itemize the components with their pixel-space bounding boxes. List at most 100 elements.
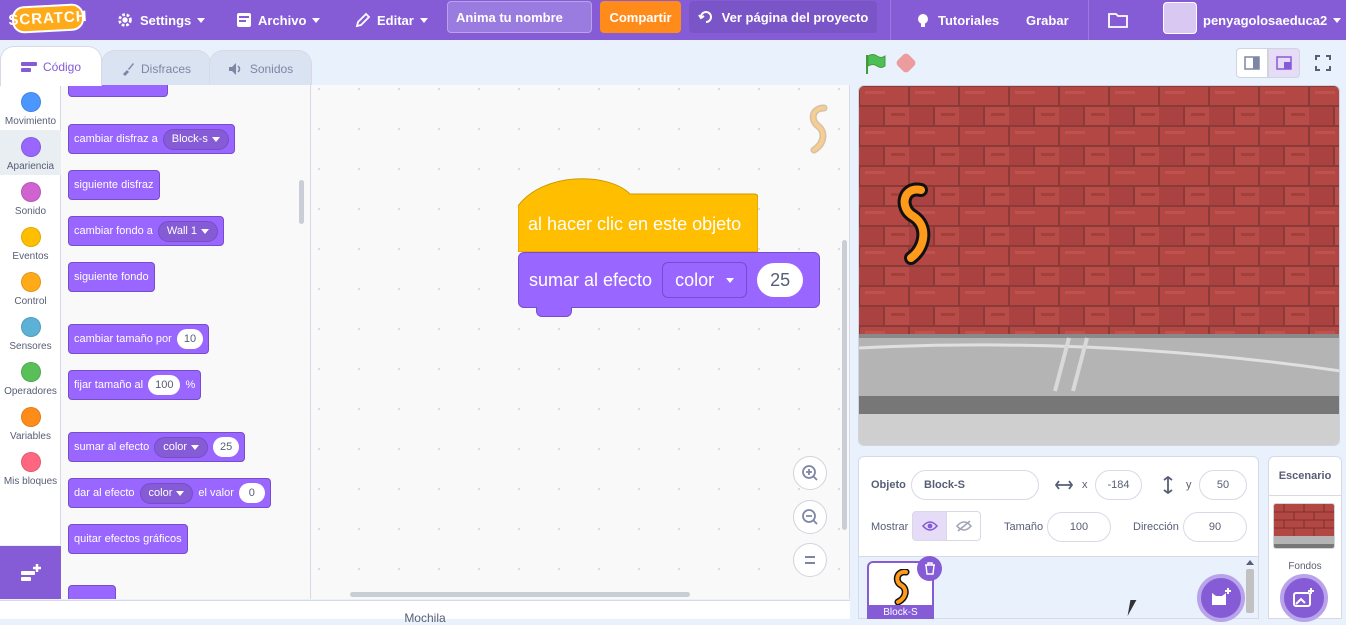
settings-menu[interactable]: Settings (116, 0, 206, 40)
choose-sprite-button[interactable] (1197, 574, 1245, 622)
project-title-input[interactable]: Anima tu nombre (447, 1, 592, 33)
category-dot (20, 92, 41, 112)
category-my-blocks[interactable]: Mis bloques (0, 445, 61, 490)
menu-bar: SCRATCH Settings Archivo Editar Anima tu… (0, 0, 1346, 40)
block-label: sumar al efecto (529, 269, 653, 290)
my-stuff-button[interactable] (1108, 0, 1128, 40)
workspace-scrollbar[interactable] (350, 592, 690, 597)
edit-menu[interactable]: Editar (355, 0, 428, 40)
block-clear-effects[interactable]: quitar efectos gráficos (68, 524, 188, 554)
file-icon (237, 13, 251, 27)
block-change-size[interactable]: cambiar tamaño por 10 (68, 324, 210, 354)
pencil-icon (355, 12, 371, 28)
show-hidden-button[interactable] (946, 511, 981, 541)
code-workspace[interactable] (311, 85, 850, 599)
zoom-in-button[interactable] (793, 456, 827, 490)
chevron-down-icon (726, 277, 735, 283)
menu-divider (1088, 0, 1089, 40)
sprite-name-input[interactable]: Block-S (911, 470, 1039, 500)
scroll-thumb[interactable] (1246, 569, 1254, 613)
small-stage-button[interactable] (1236, 48, 1268, 78)
category-variables[interactable]: Variables (0, 400, 61, 445)
effect-amount-input[interactable]: 25 (213, 437, 240, 457)
x-input[interactable]: -184 (1095, 470, 1142, 500)
tab-sounds[interactable]: Sonidos (209, 50, 312, 86)
block-set-effect[interactable]: dar al efecto color el valor 0 (68, 478, 271, 508)
size-input[interactable]: 100 (148, 375, 181, 395)
effect-dropdown[interactable]: color (139, 482, 194, 504)
stage[interactable] (858, 85, 1340, 446)
show-visible-button[interactable] (912, 511, 947, 541)
add-extension-button[interactable] (0, 546, 61, 599)
block-next-costume[interactable]: siguiente disfraz (68, 170, 160, 200)
block-switch-costume[interactable]: cambiar disfraz a Block-s (68, 124, 235, 154)
sprite-list-scrollbar[interactable] (1245, 560, 1255, 619)
category-looks[interactable]: Apariencia (0, 130, 61, 175)
category-control[interactable]: Control (0, 265, 61, 310)
category-label: Variables (10, 431, 51, 442)
zoom-reset-button[interactable] (793, 543, 827, 577)
palette-block-partial[interactable] (68, 85, 168, 97)
category-sensing[interactable]: Sensores (0, 310, 61, 355)
account-menu[interactable]: penyagolosaeduca2 (1203, 0, 1342, 40)
green-flag-icon[interactable] (864, 53, 886, 75)
block-switch-backdrop[interactable]: cambiar fondo a Wall 1 (68, 216, 225, 246)
tutorials-button[interactable]: Tutoriales (914, 0, 999, 40)
category-operators[interactable]: Operadores (0, 355, 61, 400)
category-events[interactable]: Eventos (0, 220, 61, 265)
category-dot (20, 362, 41, 382)
category-menu: Movimiento Apariencia Sonido Eventos Con… (0, 85, 61, 545)
tab-costumes[interactable]: Disfraces (101, 50, 211, 86)
chevron-down-icon (312, 17, 321, 23)
block-set-size[interactable]: fijar tamaño al 100 % (68, 370, 202, 400)
size-change-input[interactable]: 10 (176, 329, 204, 349)
tab-costumes-label: Disfraces (140, 61, 191, 76)
stop-button[interactable] (894, 51, 918, 75)
effect-dropdown[interactable]: color (662, 262, 748, 298)
eye-icon (921, 521, 938, 531)
choose-backdrop-button[interactable] (1280, 574, 1328, 622)
add-extension-icon (20, 563, 41, 581)
tab-code[interactable]: Código (0, 46, 102, 86)
scratch-logo[interactable]: SCRATCH (8, 3, 88, 34)
size-input[interactable]: 100 (1047, 512, 1111, 542)
category-dot (20, 407, 41, 427)
category-label: Apariencia (6, 161, 55, 172)
block-change-effect[interactable]: sumar al efecto color 25 (68, 432, 246, 462)
block-next-backdrop[interactable]: siguiente fondo (68, 262, 155, 292)
direction-input[interactable]: 90 (1183, 512, 1247, 542)
effect-dropdown[interactable]: color (154, 436, 209, 458)
effect-amount-input[interactable]: 25 (757, 263, 804, 297)
avatar[interactable] (1163, 2, 1197, 34)
backpack[interactable]: Mochila (0, 600, 850, 625)
category-dot (20, 182, 41, 202)
file-label: Archivo (258, 12, 307, 28)
fullscreen-button[interactable] (1307, 48, 1339, 78)
speaker-icon (228, 62, 241, 75)
category-motion[interactable]: Movimiento (0, 85, 61, 130)
see-project-page-button[interactable]: Ver página del proyecto (689, 1, 877, 33)
category-sound[interactable]: Sonido (0, 175, 61, 220)
change-effect-block[interactable]: sumar al efecto color 25 (518, 252, 820, 308)
record-button[interactable]: Grabar (1026, 0, 1069, 40)
lightbulb-icon (918, 14, 928, 27)
palette-scrollbar[interactable] (299, 180, 304, 224)
effect-value-input[interactable]: 0 (238, 483, 265, 503)
backdrops-label: Fondos (1288, 561, 1322, 572)
workspace-vscroll[interactable] (842, 240, 847, 530)
file-menu[interactable]: Archivo (236, 0, 321, 40)
size-label: Tamaño (1004, 521, 1044, 533)
sprite-watermark-icon (809, 104, 828, 154)
large-stage-button[interactable] (1268, 48, 1300, 78)
palette-block-partial[interactable] (68, 585, 116, 599)
see-project-label: Ver página del proyecto (721, 9, 869, 25)
backdrop-thumbnail[interactable] (1273, 503, 1335, 549)
costume-dropdown[interactable]: Block-s (162, 128, 229, 150)
share-button[interactable]: Compartir (600, 1, 681, 33)
backdrop-dropdown[interactable]: Wall 1 (157, 220, 219, 242)
fullscreen-icon (1315, 55, 1331, 71)
show-label: Mostrar (871, 521, 909, 533)
y-input[interactable]: 50 (1199, 470, 1247, 500)
zoom-out-button[interactable] (793, 500, 827, 534)
delete-sprite-button[interactable] (917, 556, 942, 581)
